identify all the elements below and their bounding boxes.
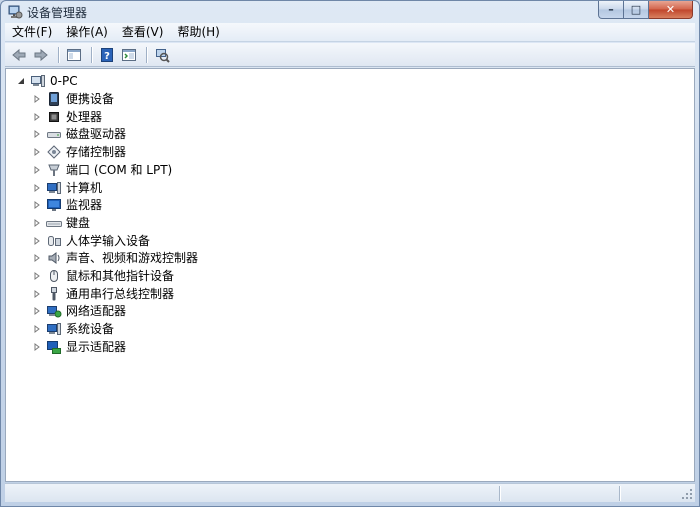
display-adapter-icon xyxy=(46,339,62,355)
mouse-icon xyxy=(46,268,62,284)
collapsed-arrow-icon[interactable] xyxy=(32,165,42,175)
window-title: 设备管理器 xyxy=(27,6,88,20)
usb-icon xyxy=(46,286,62,302)
status-separator xyxy=(499,486,500,501)
tree-item-label: 磁盘驱动器 xyxy=(66,127,127,142)
tree-item[interactable]: 人体学输入设备 xyxy=(32,232,150,250)
sound-icon xyxy=(46,250,62,266)
disk-drive-icon xyxy=(46,126,62,142)
tree-item[interactable]: 显示适配器 xyxy=(32,338,126,356)
collapsed-arrow-icon[interactable] xyxy=(32,147,42,157)
system-device-icon xyxy=(46,321,62,337)
tree-item-label: 声音、视频和游戏控制器 xyxy=(66,251,199,266)
collapsed-arrow-icon[interactable] xyxy=(32,236,42,246)
menu-action[interactable]: 操作(A) xyxy=(59,23,115,42)
toolbar-separator xyxy=(58,46,59,63)
tree-item-label: 处理器 xyxy=(66,109,103,124)
tree-item-label: 端口 (COM 和 LPT) xyxy=(66,162,173,177)
minimize-button[interactable]: – xyxy=(598,1,624,19)
tree-item[interactable]: 监视器 xyxy=(32,196,102,214)
network-adapter-icon xyxy=(46,303,62,319)
collapsed-arrow-icon[interactable] xyxy=(32,271,42,281)
collapsed-arrow-icon[interactable] xyxy=(32,289,42,299)
port-icon xyxy=(46,162,62,178)
collapsed-arrow-icon[interactable] xyxy=(32,342,42,352)
device-tree-pane[interactable]: 0-PC 便携设备处理器磁盘驱动器存储控制器端口 (COM 和 LPT) 计算机监… xyxy=(5,68,695,482)
menu-bar: 文件(F) 操作(A) 查看(V) 帮助(H) xyxy=(5,23,695,42)
collapsed-arrow-icon[interactable] xyxy=(32,306,42,316)
computer-icon xyxy=(46,180,62,196)
collapsed-arrow-icon[interactable] xyxy=(32,200,42,210)
device-manager-window: 设备管理器 – □ ✕ 文件(F) 操作(A) 查看(V) 帮助(H) ? 0-… xyxy=(0,0,700,507)
processor-icon xyxy=(46,109,62,125)
tree-item[interactable]: 系统设备 xyxy=(32,320,114,338)
tree-item[interactable]: 声音、视频和游戏控制器 xyxy=(32,249,198,267)
menu-file[interactable]: 文件(F) xyxy=(5,23,59,42)
collapsed-arrow-icon[interactable] xyxy=(32,94,42,104)
show-hide-console-tree-icon[interactable] xyxy=(64,45,84,65)
collapsed-arrow-icon[interactable] xyxy=(32,129,42,139)
toolbar-separator xyxy=(91,46,92,63)
portable-device-icon xyxy=(46,91,62,107)
tree-item[interactable]: 网络适配器 xyxy=(32,302,126,320)
tree-item[interactable]: 鼠标和其他指针设备 xyxy=(32,267,174,285)
tree-item[interactable]: 便携设备 xyxy=(32,90,114,108)
tree-item[interactable]: 计算机 xyxy=(32,179,102,197)
status-bar xyxy=(5,483,695,502)
tree-item-label: 系统设备 xyxy=(66,322,115,337)
collapsed-arrow-icon[interactable] xyxy=(32,324,42,334)
tree-item[interactable]: 存储控制器 xyxy=(32,143,126,161)
tree-item-label: 监视器 xyxy=(66,198,103,213)
forward-icon[interactable] xyxy=(31,45,51,65)
tree-root-label: 0-PC xyxy=(50,74,78,88)
monitor-icon xyxy=(46,197,62,213)
tree-item-label: 网络适配器 xyxy=(66,304,127,319)
tree-item-label: 显示适配器 xyxy=(66,339,127,354)
tree-item-label: 通用串行总线控制器 xyxy=(66,286,175,301)
title-bar[interactable]: 设备管理器 – □ ✕ xyxy=(1,1,699,23)
tree-item-label: 存储控制器 xyxy=(66,145,127,160)
hid-icon xyxy=(46,233,62,249)
maximize-button[interactable]: □ xyxy=(624,1,649,19)
tree-item-label: 鼠标和其他指针设备 xyxy=(66,269,175,283)
tree-item[interactable]: 通用串行总线控制器 xyxy=(32,285,174,303)
tree-item[interactable]: 磁盘驱动器 xyxy=(32,125,126,143)
expanded-arrow-icon[interactable] xyxy=(16,76,26,86)
tree-item-label: 键盘 xyxy=(66,215,91,230)
storage-controller-icon xyxy=(46,144,62,160)
collapsed-arrow-icon[interactable] xyxy=(32,183,42,193)
close-button[interactable]: ✕ xyxy=(649,1,693,19)
status-separator xyxy=(619,486,620,501)
tree-item-label: 计算机 xyxy=(66,180,103,195)
caption-buttons: – □ ✕ xyxy=(598,1,693,19)
collapsed-arrow-icon[interactable] xyxy=(32,253,42,263)
help-icon[interactable]: ? xyxy=(97,45,117,65)
keyboard-icon xyxy=(46,215,62,231)
back-icon[interactable] xyxy=(9,45,29,65)
properties-icon[interactable] xyxy=(119,45,139,65)
tree-item[interactable]: 端口 (COM 和 LPT) xyxy=(32,161,172,179)
menu-view[interactable]: 查看(V) xyxy=(115,23,171,42)
scan-hardware-icon[interactable] xyxy=(152,45,172,65)
toolbar-separator xyxy=(146,46,147,63)
svg-text:?: ? xyxy=(104,51,110,62)
tree-item[interactable]: 处理器 xyxy=(32,108,102,126)
tree-item-label: 便携设备 xyxy=(66,92,115,106)
toolbar: ? xyxy=(5,43,695,67)
collapsed-arrow-icon[interactable] xyxy=(32,112,42,122)
computer-icon xyxy=(30,73,46,89)
tree-item-label: 人体学输入设备 xyxy=(66,233,151,248)
device-manager-icon xyxy=(7,4,23,20)
tree-item[interactable]: 键盘 xyxy=(32,214,90,232)
collapsed-arrow-icon[interactable] xyxy=(32,218,42,228)
resize-grip-icon[interactable] xyxy=(681,488,693,500)
tree-root[interactable]: 0-PC xyxy=(16,72,78,90)
menu-help[interactable]: 帮助(H) xyxy=(170,23,226,42)
